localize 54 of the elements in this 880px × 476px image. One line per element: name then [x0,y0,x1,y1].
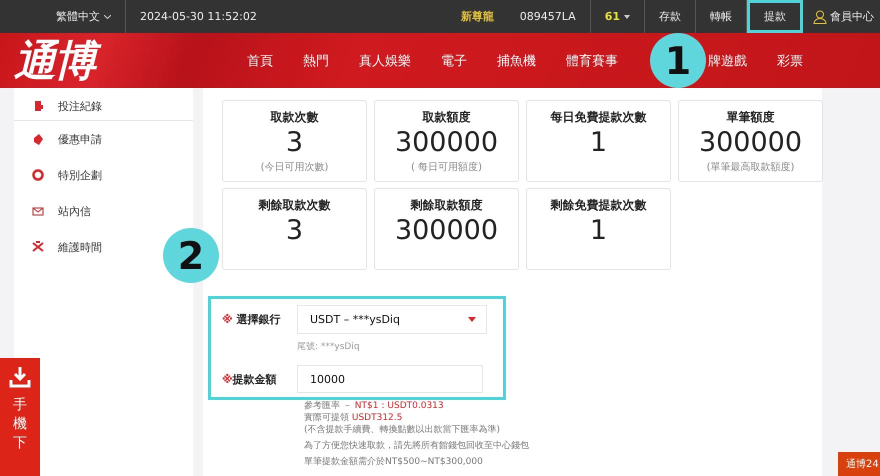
nav-item[interactable]: 彩票 [777,52,803,70]
ring-icon [32,169,44,181]
amount-label: ※提款金額 [222,372,278,386]
top-bar-button[interactable]: 提款 [747,0,803,33]
stat-title: 每日免費提款次數 [550,109,646,126]
nav-item[interactable]: 體育賽事 [566,52,618,70]
chevron-down-icon [104,14,111,18]
corner-tab[interactable]: 通博24 [838,452,880,476]
bank-label: ※ 選擇銀行 [222,312,282,327]
stat-value: 300000 [698,126,802,160]
stat-note: (今日可用次數) [260,161,328,174]
stat-title: 剩餘取款額度 [410,197,482,214]
withdrawable-text: 實際可提領 USDT312.5 [304,412,404,424]
stat-note: ( 每日可用額度) [411,160,482,174]
tail-number-text: 尾號: ***ysDiq [297,340,361,353]
download-icon [9,366,31,388]
nav-item[interactable]: 捕魚機 [497,52,536,70]
sidebar-item[interactable]: 維護時間 [14,229,120,265]
stat-title: 單筆額度 [726,109,774,126]
logo[interactable]: 通博 [14,32,234,88]
stat-value: 300000 [394,126,498,160]
exchange-rate-text: 參考匯率 － NT$1：USDT0.0313 [304,400,445,412]
amount-input[interactable]: 10000 [297,365,483,393]
note-text: 單筆提款金額需介於NT$500~NT$300,000 [304,456,484,468]
sidebar-item[interactable]: 優惠申請 [14,121,120,157]
stat-note: (單筆最高取款額度) [706,160,794,174]
nav-item[interactable]: 真人娛樂 [359,52,411,70]
note-text: (不含提款手續費、轉換點數以出款當下匯率為準) [304,424,502,436]
stat-title: 取款次數 [270,109,318,126]
stat-title: 剩餘免費提款次數 [550,197,646,214]
caret-icon [468,317,476,322]
stat-value: 3 [286,214,304,248]
nav-item[interactable]: 熱門 [303,52,329,70]
member-center-link[interactable]: 會員中心 [830,9,874,24]
vip-level-text: 新尊龍 [460,9,494,24]
datetime-text: 2024-05-30 11:52:02 [139,9,258,25]
bank-select[interactable]: USDT – ***ysDiq [297,305,487,334]
caret-icon [624,14,630,18]
stat-value: 300000 [394,214,498,248]
stat-value: 3 [286,126,304,160]
download-tab[interactable]: 手機下 [0,358,40,476]
nav-item[interactable]: 電子 [441,52,467,70]
nav-item[interactable]: 首頁 [247,52,273,70]
user-icon [813,10,827,24]
nav-item[interactable]: 牌遊戲 [708,52,747,70]
sidebar-item[interactable]: 投注紀錄 [14,88,120,124]
mail-icon [32,205,44,217]
stat-title: 剩餘取款次數 [258,197,330,214]
stat-value: 1 [590,214,608,248]
note-text: 為了方便您快速取款，請先將所有館錢包回收至中心錢包 [304,440,530,452]
sidebar-item[interactable]: 特別企劃 [14,157,120,193]
stat-title: 取款額度 [422,109,470,126]
sidebar-item[interactable]: 站內信 [14,193,109,229]
stat-value: 1 [590,126,608,160]
